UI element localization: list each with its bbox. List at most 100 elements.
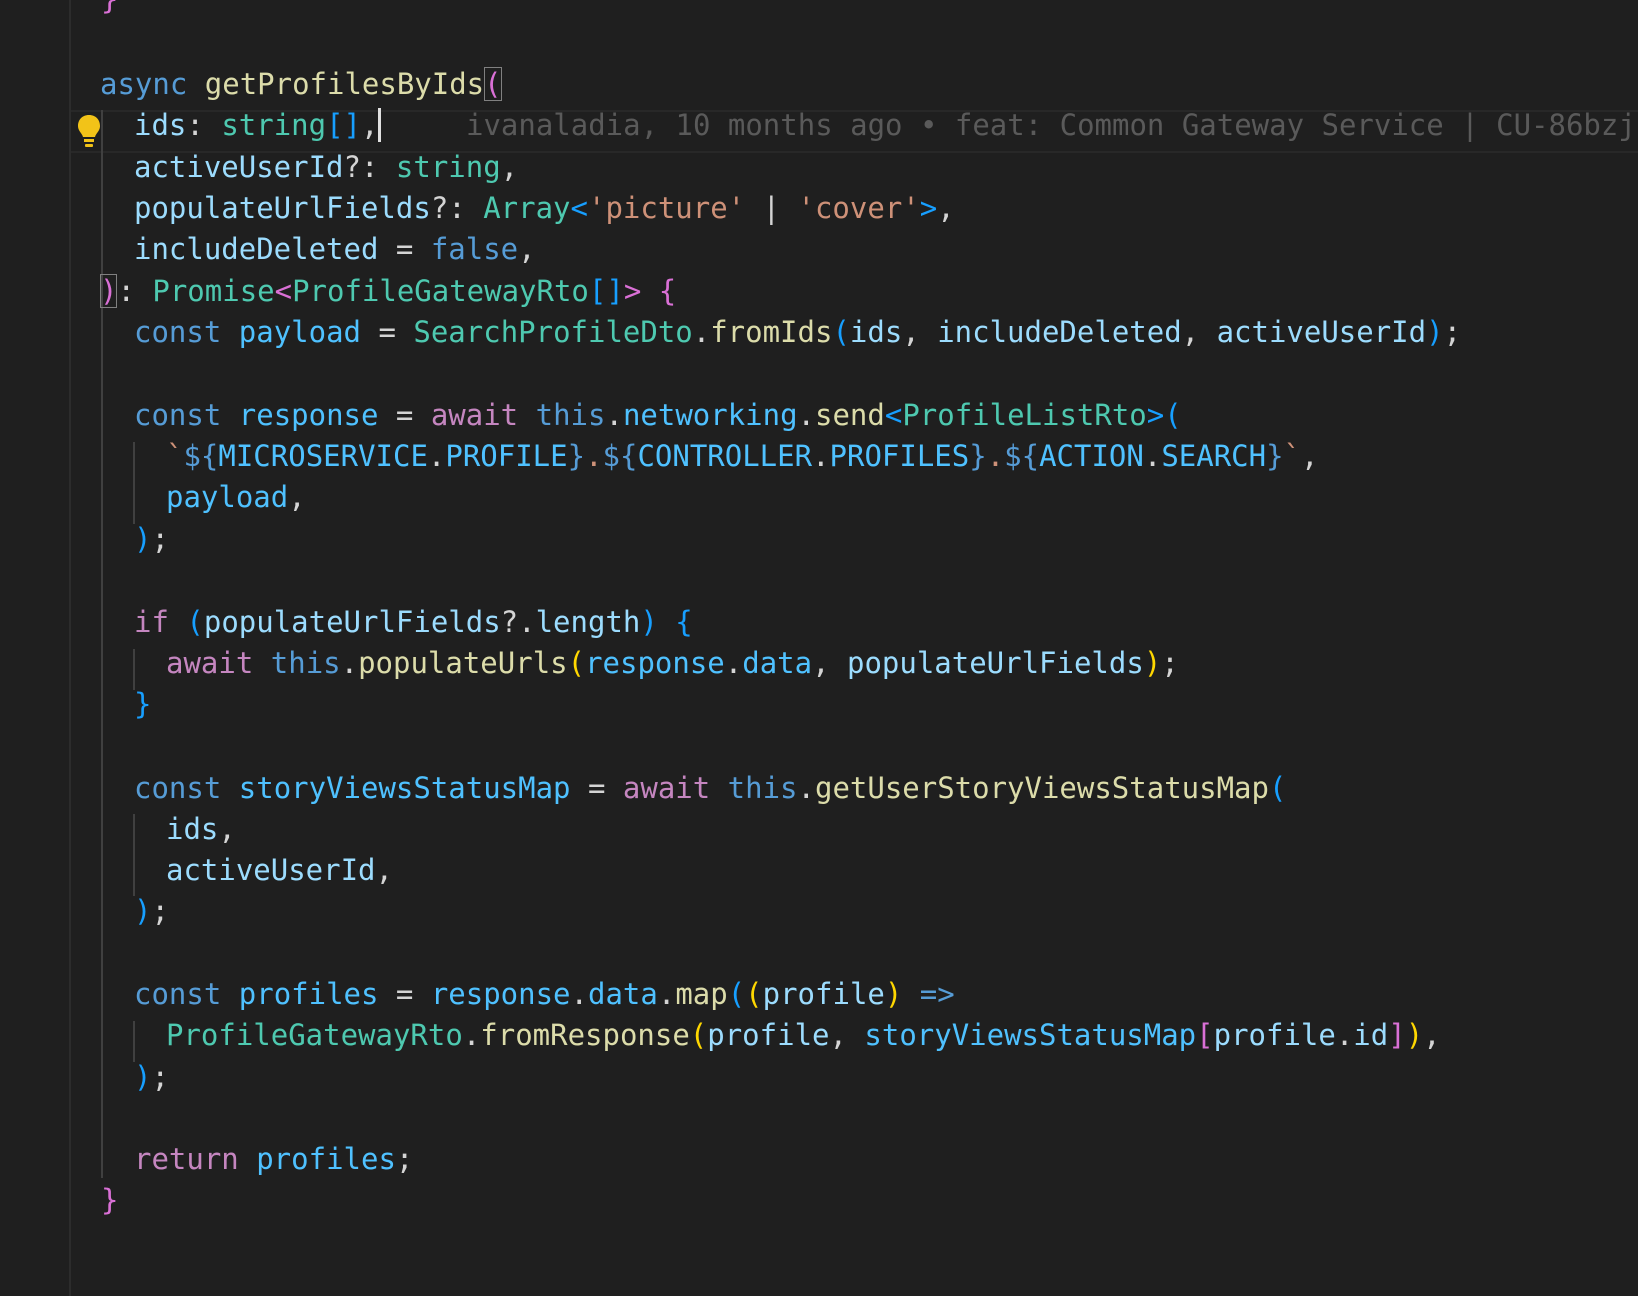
git-blame-annotation[interactable]: ivanaladia, 10 months ago • feat: Common…: [466, 104, 1636, 147]
code-line[interactable]: );: [134, 890, 169, 933]
punct: .: [724, 646, 743, 680]
punct: (: [727, 977, 746, 1011]
text-cursor: [378, 108, 382, 142]
punct: ,: [1181, 315, 1217, 349]
code-line[interactable]: payload,: [166, 476, 306, 519]
template-backtick: `: [166, 439, 184, 473]
punct: ): [1426, 315, 1444, 349]
code-line[interactable]: return profiles;: [134, 1138, 413, 1181]
code-line[interactable]: const storyViewsStatusMap = await this.g…: [134, 767, 1286, 810]
template-backtick: `: [1283, 439, 1302, 473]
code-line[interactable]: }: [134, 683, 151, 726]
punct: >: [919, 191, 938, 225]
punct: ;: [151, 1060, 169, 1094]
code-line[interactable]: ProfileGatewayRto.fromResponse(profile, …: [166, 1014, 1441, 1057]
const-keyword: const: [134, 771, 222, 805]
punct: ): [1143, 646, 1162, 680]
punct: ?:: [430, 191, 484, 225]
class-name: ProfileGatewayRto: [166, 1018, 463, 1052]
code-line[interactable]: includeDeleted = false,: [134, 228, 536, 271]
type-name: ProfileListRto: [902, 398, 1147, 432]
punct: ;: [395, 1142, 414, 1176]
this-keyword: this: [710, 771, 798, 805]
punct: <: [274, 274, 293, 308]
punct: .: [797, 771, 815, 805]
punct: ): [1405, 1018, 1424, 1052]
indent-guide-send: [133, 442, 135, 524]
code-line[interactable]: const response = await this.networking.s…: [134, 394, 1182, 437]
function-name: populateUrls: [358, 646, 568, 680]
punct: =: [378, 977, 431, 1011]
await-keyword: await: [430, 398, 519, 432]
punct: ): [134, 894, 152, 928]
punct: ,: [361, 108, 379, 142]
punct: ): [640, 605, 658, 639]
punct: .: [462, 1018, 481, 1052]
punct: ): [884, 977, 903, 1011]
code-line[interactable]: }: [101, 1179, 118, 1222]
property-name: networking: [622, 398, 798, 432]
template-open: ${: [602, 439, 638, 473]
punct: ;: [151, 522, 169, 556]
punct: =: [378, 398, 431, 432]
variable-name: profiles: [221, 977, 379, 1011]
code-line[interactable]: async getProfilesByIds(: [100, 63, 502, 106]
code-line[interactable]: ): Promise<ProfileGatewayRto[]> {: [100, 270, 676, 313]
code-line[interactable]: if (populateUrlFields?.length) {: [134, 601, 693, 644]
type-name: Promise: [152, 274, 275, 308]
this-keyword: this: [518, 398, 606, 432]
punct: >: [623, 274, 642, 308]
arrow-operator: =>: [902, 977, 955, 1011]
close-paren: ): [100, 274, 118, 308]
code-line[interactable]: const payload = SearchProfileDto.fromIds…: [134, 311, 1461, 354]
punct: [: [1196, 1018, 1214, 1052]
code-line[interactable]: `${MICROSERVICE.PROFILE}.${CONTROLLER.PR…: [166, 435, 1318, 478]
punct: .: [812, 439, 830, 473]
template-close: }: [1266, 439, 1284, 473]
code-line[interactable]: }: [101, 0, 118, 21]
punct: (: [1268, 771, 1287, 805]
punct: =: [361, 315, 414, 349]
punct: <: [884, 398, 903, 432]
param-name: ids: [134, 108, 187, 142]
code-editor[interactable]: } async getProfilesByIds( ids: string[],…: [0, 0, 1638, 1296]
indent-guide-storyviews: [133, 814, 135, 896]
punct: :: [186, 108, 222, 142]
punct: .: [605, 398, 623, 432]
function-name: getUserStoryViewsStatusMap: [815, 771, 1269, 805]
close-brace: }: [134, 687, 152, 721]
code-line-current[interactable]: ids: string[],: [134, 104, 382, 147]
code-line[interactable]: populateUrlFields?: Array<'picture' | 'c…: [134, 187, 955, 230]
class-name: SearchProfileDto: [413, 315, 693, 349]
code-line[interactable]: await this.populateUrls(response.data, p…: [166, 642, 1179, 685]
punct: ,: [937, 191, 955, 225]
property-name: data: [742, 646, 813, 680]
argument: populateUrlFields: [847, 646, 1144, 680]
closing-brace: }: [101, 0, 118, 16]
code-line[interactable]: ids,: [166, 808, 236, 851]
code-line[interactable]: activeUserId,: [166, 849, 393, 892]
code-line[interactable]: activeUserId?: string,: [134, 146, 518, 189]
punct: ,: [1423, 1018, 1441, 1052]
punct: >: [1146, 398, 1165, 432]
property-name: id: [1353, 1018, 1389, 1052]
punct: .: [1335, 1018, 1354, 1052]
argument: includeDeleted: [937, 315, 1182, 349]
method-name: getProfilesByIds: [204, 67, 485, 101]
argument: activeUserId: [1216, 315, 1427, 349]
code-line[interactable]: );: [134, 1056, 169, 1099]
lightbulb-icon[interactable]: [76, 113, 102, 149]
gutter-border: [69, 0, 71, 1296]
argument: profile: [1213, 1018, 1336, 1052]
code-line[interactable]: );: [134, 518, 169, 561]
punct: :: [117, 274, 153, 308]
variable-name: storyViewsStatusMap: [221, 771, 571, 805]
open-brace: {: [641, 274, 677, 308]
punct: (: [832, 315, 850, 349]
constant-name: PROFILE: [445, 439, 568, 473]
const-keyword: const: [134, 398, 222, 432]
code-line[interactable]: const profiles = response.data.map((prof…: [134, 973, 955, 1016]
argument: ids: [166, 812, 219, 846]
function-name: fromResponse: [480, 1018, 690, 1052]
punct: .: [340, 646, 359, 680]
